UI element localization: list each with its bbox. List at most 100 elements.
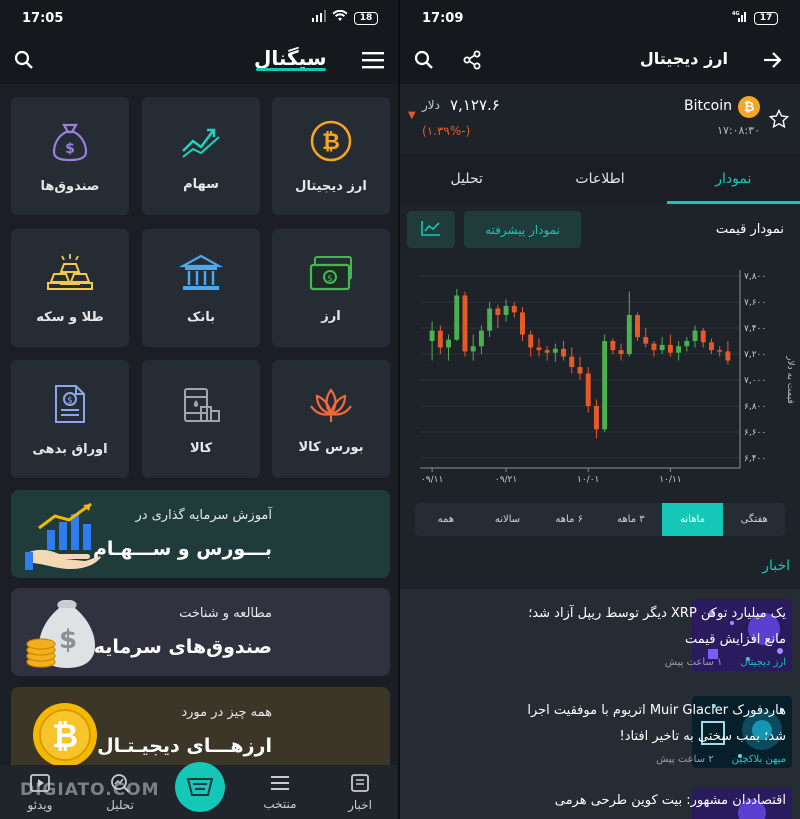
svg-text:$: $ <box>327 274 333 284</box>
candle-body <box>528 334 534 348</box>
tile-funds[interactable]: $ صندوق‌ها <box>11 97 129 215</box>
news-time: ۱ ساعت پیش <box>664 657 723 668</box>
banner-stock-education[interactable]: آموزش سرمایه گذاری در بـــورس و ســـهـام <box>11 490 390 578</box>
chart-type-button[interactable] <box>407 211 455 248</box>
candle-body <box>462 295 468 352</box>
candle-body <box>429 330 435 341</box>
svg-text:₿: ₿ <box>52 717 78 755</box>
tile-bank[interactable]: بانک <box>142 229 260 347</box>
share-icon[interactable] <box>460 48 484 72</box>
logo-underline <box>256 68 326 71</box>
down-arrow-icon: ▼ <box>408 110 416 121</box>
price-chart[interactable]: ۷,۸۰۰ ۷,۶۰۰ ۷,۴۰۰ ۷,۲۰۰ ۷,۰۰۰ ۶,۸۰۰ ۶,۶۰۰ ۶,۴۰۰… <box>400 260 800 490</box>
svg-text:4G: 4G <box>732 11 740 17</box>
news-category[interactable]: میهن بلاکچین <box>732 754 786 765</box>
nav-selected[interactable]: منتخب <box>245 774 315 811</box>
period-selector: هفتگی ماهانه ۳ ماهه ۶ ماهه سالانه همه <box>415 503 785 536</box>
crypto-detail-screen: 17:09 4G 17 ارز دیجیتال ₿ Bitcoin ۱۷:۰۸:… <box>400 0 800 819</box>
svg-text:$: $ <box>59 625 77 655</box>
menu-icon[interactable] <box>360 48 386 72</box>
banner-title: بـــورس و ســـهـام <box>93 538 272 560</box>
candle-body <box>561 348 567 357</box>
money-bag-coins-icon: $ <box>25 596 105 676</box>
candle-body <box>684 341 690 347</box>
tab-analysis[interactable]: تحلیل <box>400 154 533 204</box>
tile-label: سهام <box>183 176 219 192</box>
home-screen: 17:05 18 سیگنال ₿ ارز دیجیتال سهام $ صند… <box>0 0 400 819</box>
candle-body <box>708 342 714 351</box>
news-card[interactable]: اقتصاددان مشهور: بیت کوین طرحی هرمی <box>400 780 800 819</box>
nav-label: اخبار <box>348 797 372 812</box>
price-change: (-۱.۳۹%) <box>422 124 471 138</box>
battery-indicator: 17 <box>754 11 778 25</box>
candle-body <box>667 344 673 353</box>
tile-label: صندوق‌ها <box>40 178 100 194</box>
candle-body <box>437 330 443 348</box>
candle-body <box>478 330 484 347</box>
investment-growth-icon <box>25 498 105 578</box>
detail-tabs: نمودار اطلاعات تحلیل <box>400 154 800 204</box>
money-bag-icon: $ <box>48 119 92 167</box>
banner-funds-education[interactable]: مطالعه و شناخت صندوق‌های سرمایه‌گذاری $ <box>11 588 390 676</box>
candle-body <box>569 356 575 367</box>
period-weekly[interactable]: هفتگی <box>723 503 785 536</box>
candle-body <box>610 341 616 351</box>
candle-body <box>536 347 542 351</box>
bitcoin-icon: ₿ <box>309 119 353 167</box>
news-icon <box>349 773 371 796</box>
signal-icon <box>312 10 326 26</box>
tile-label: کالا <box>189 440 213 456</box>
candle-body <box>651 343 657 351</box>
banner-subtitle: آموزش سرمایه گذاری در <box>135 508 272 523</box>
tile-gold[interactable]: طلا و سکه <box>11 229 129 347</box>
candle-body <box>487 308 493 331</box>
candle-body <box>446 339 452 348</box>
banner-subtitle: مطالعه و شناخت <box>179 606 272 621</box>
tile-stocks[interactable]: سهام <box>142 97 260 215</box>
tile-goods[interactable]: کالا <box>142 360 260 478</box>
candle-body <box>511 305 517 313</box>
period-all[interactable]: همه <box>415 503 477 536</box>
search-icon[interactable] <box>412 48 436 72</box>
wifi-icon <box>332 9 348 26</box>
x-tick-label: ۱۰/۱۱ <box>659 475 681 485</box>
battery-indicator: 18 <box>354 11 378 25</box>
news-card[interactable]: یک میلیارد توکن XRP دیگر توسط ریپل آزاد … <box>400 589 800 687</box>
news-title: هاردفورک Muir Glacier اتریوم با موفقیت ا… <box>527 703 786 744</box>
period-monthly[interactable]: ماهانه <box>661 503 724 536</box>
svg-text:$: $ <box>67 396 73 406</box>
signal-home-icon <box>175 762 225 812</box>
tile-bonds[interactable]: $ اوراق بدهی <box>11 360 129 478</box>
bank-icon <box>178 252 224 298</box>
period-3-months[interactable]: ۳ ماهه <box>600 503 662 536</box>
app-header: سیگنال <box>0 36 400 84</box>
tab-chart[interactable]: نمودار <box>666 154 800 204</box>
svg-text:₿: ₿ <box>322 130 340 155</box>
x-tick-label: ۱۰/۰۱ <box>577 475 599 485</box>
nav-news[interactable]: اخبار <box>325 773 395 812</box>
candle-body <box>585 373 591 406</box>
tile-commodity-exchange[interactable]: بورس کالا <box>272 360 390 478</box>
tile-crypto[interactable]: ₿ ارز دیجیتال <box>272 97 390 215</box>
news-category[interactable]: ارز دیجیتال <box>740 657 786 668</box>
status-bar: 17:09 4G 17 <box>400 0 800 36</box>
news-card[interactable]: هاردفورک Muir Glacier اتریوم با موفقیت ا… <box>400 686 800 784</box>
nav-signal-home[interactable] <box>165 762 235 812</box>
tile-currency[interactable]: $ ارز <box>272 229 390 347</box>
candle-body <box>470 346 476 352</box>
y-tick-label: ۷,۲۰۰ <box>744 350 766 360</box>
period-6-months[interactable]: ۶ ماهه <box>538 503 600 536</box>
y-tick-label: ۶,۶۰۰ <box>744 428 766 438</box>
gold-bars-icon <box>46 252 94 298</box>
period-yearly[interactable]: سالانه <box>477 503 539 536</box>
tab-info[interactable]: اطلاعات <box>533 154 666 204</box>
back-arrow-icon[interactable] <box>760 48 784 72</box>
status-bar: 17:05 18 <box>0 0 400 36</box>
candle-body <box>454 295 460 340</box>
lotus-icon <box>309 384 353 428</box>
advanced-chart-button[interactable]: نمودار پیشرفته <box>464 211 581 248</box>
candle-body <box>552 348 558 353</box>
coin-summary: ₿ Bitcoin ۱۷:۰۸:۳۰ ▼ دلار ۷,۱۲۷.۶ (-۱.۳۹… <box>400 84 800 154</box>
star-icon[interactable] <box>768 108 790 130</box>
search-icon[interactable] <box>12 48 36 72</box>
